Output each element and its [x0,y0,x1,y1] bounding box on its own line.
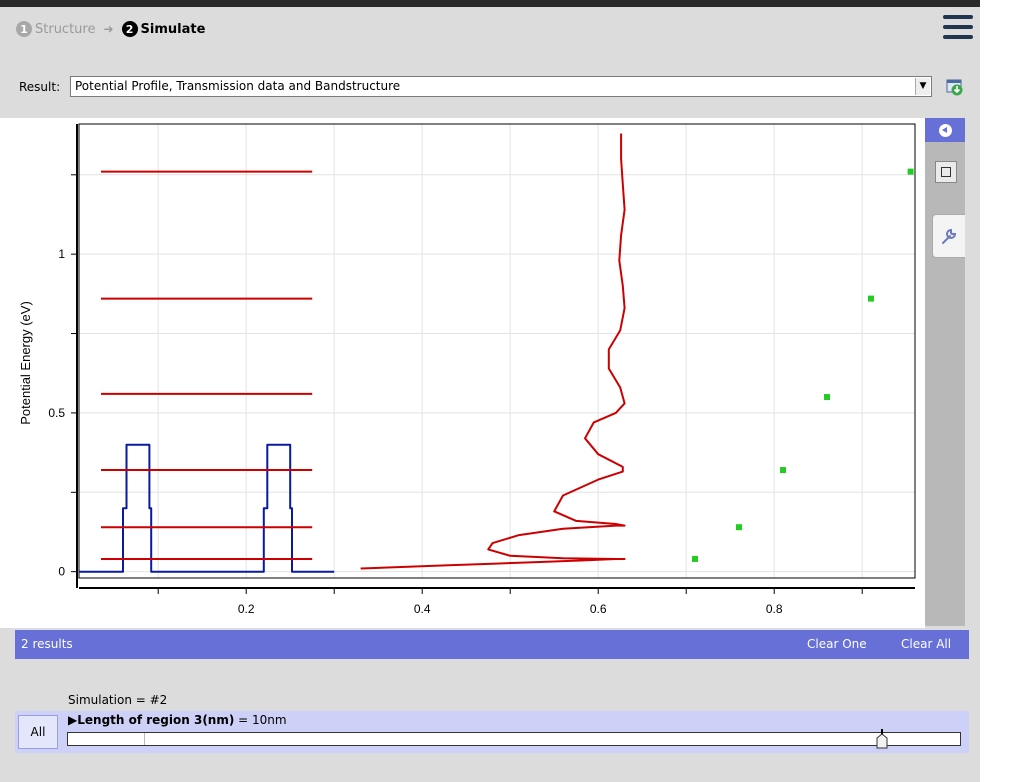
bandstructure-point [736,524,742,531]
wrench-icon [942,228,957,244]
side-panel [925,118,965,626]
x-tick-label: 0.2 [238,602,255,616]
download-icon[interactable] [946,79,964,96]
bandstructure-point [868,295,874,302]
slider-tick [144,733,145,745]
arrow-right-icon: ➜ [103,22,114,36]
result-row: Result: [19,76,62,98]
clear-all-button[interactable]: Clear All [901,637,951,651]
bandstructure-point [824,394,830,401]
plot-area[interactable]: 0.2 0.4 0.6 0.8 0 0.5 1 Potential Energy (eV) [0,118,925,628]
x-tick-label: 0.4 [414,602,431,616]
collapse-panel-button[interactable] [925,118,965,142]
results-bar: 2 results Clear One Clear All [15,630,969,659]
results-count: 2 results [21,637,73,651]
step-structure[interactable]: 1 Structure [16,21,95,37]
clear-one-button[interactable]: Clear One [807,637,867,651]
parameter-name: Length of region 3(nm) [77,713,235,727]
slider-thumb[interactable] [876,729,888,750]
all-button[interactable]: All [18,715,58,749]
step-number-icon: 2 [121,21,138,37]
parameter-label[interactable]: ▶Length of region 3(nm) = 10nm [68,713,287,727]
bandstructure-point [692,555,698,562]
simulation-label: Simulation = #2 [68,693,168,707]
bandstructure-point [780,467,786,474]
result-selected-value: Potential Profile, Transmission data and… [75,79,401,93]
bandstructure-point [907,168,914,175]
step-number-icon: 1 [16,21,32,37]
step-label: Simulate [140,21,206,37]
hamburger-menu-icon[interactable] [943,14,973,40]
step-simulate[interactable]: 2 Simulate [121,21,206,37]
result-label: Result: [19,80,61,94]
square-icon[interactable] [935,161,957,183]
dropdown-arrow-icon[interactable]: ▼ [915,78,930,95]
settings-tab[interactable] [932,214,965,258]
app-window: 1 Structure ➜ 2 Simulate Result: Potenti… [0,0,980,782]
y-tick-label: 0 [58,565,65,579]
expand-triangle-icon: ▶ [68,713,78,727]
y-tick-label: 1 [58,247,65,261]
step-label: Structure [35,21,96,37]
y-tick-label: 0.5 [48,406,65,420]
collapse-left-icon [939,124,952,137]
parameter-value: = 10nm [234,713,287,727]
x-tick-label: 0.8 [766,602,783,616]
x-tick-label: 0.6 [590,602,607,616]
parameter-slider[interactable] [67,729,961,749]
result-select[interactable]: Potential Profile, Transmission data and… [70,76,932,97]
step-breadcrumb: 1 Structure ➜ 2 Simulate [16,18,205,40]
top-bar [0,0,980,7]
y-axis-label: Potential Energy (eV) [18,301,33,425]
